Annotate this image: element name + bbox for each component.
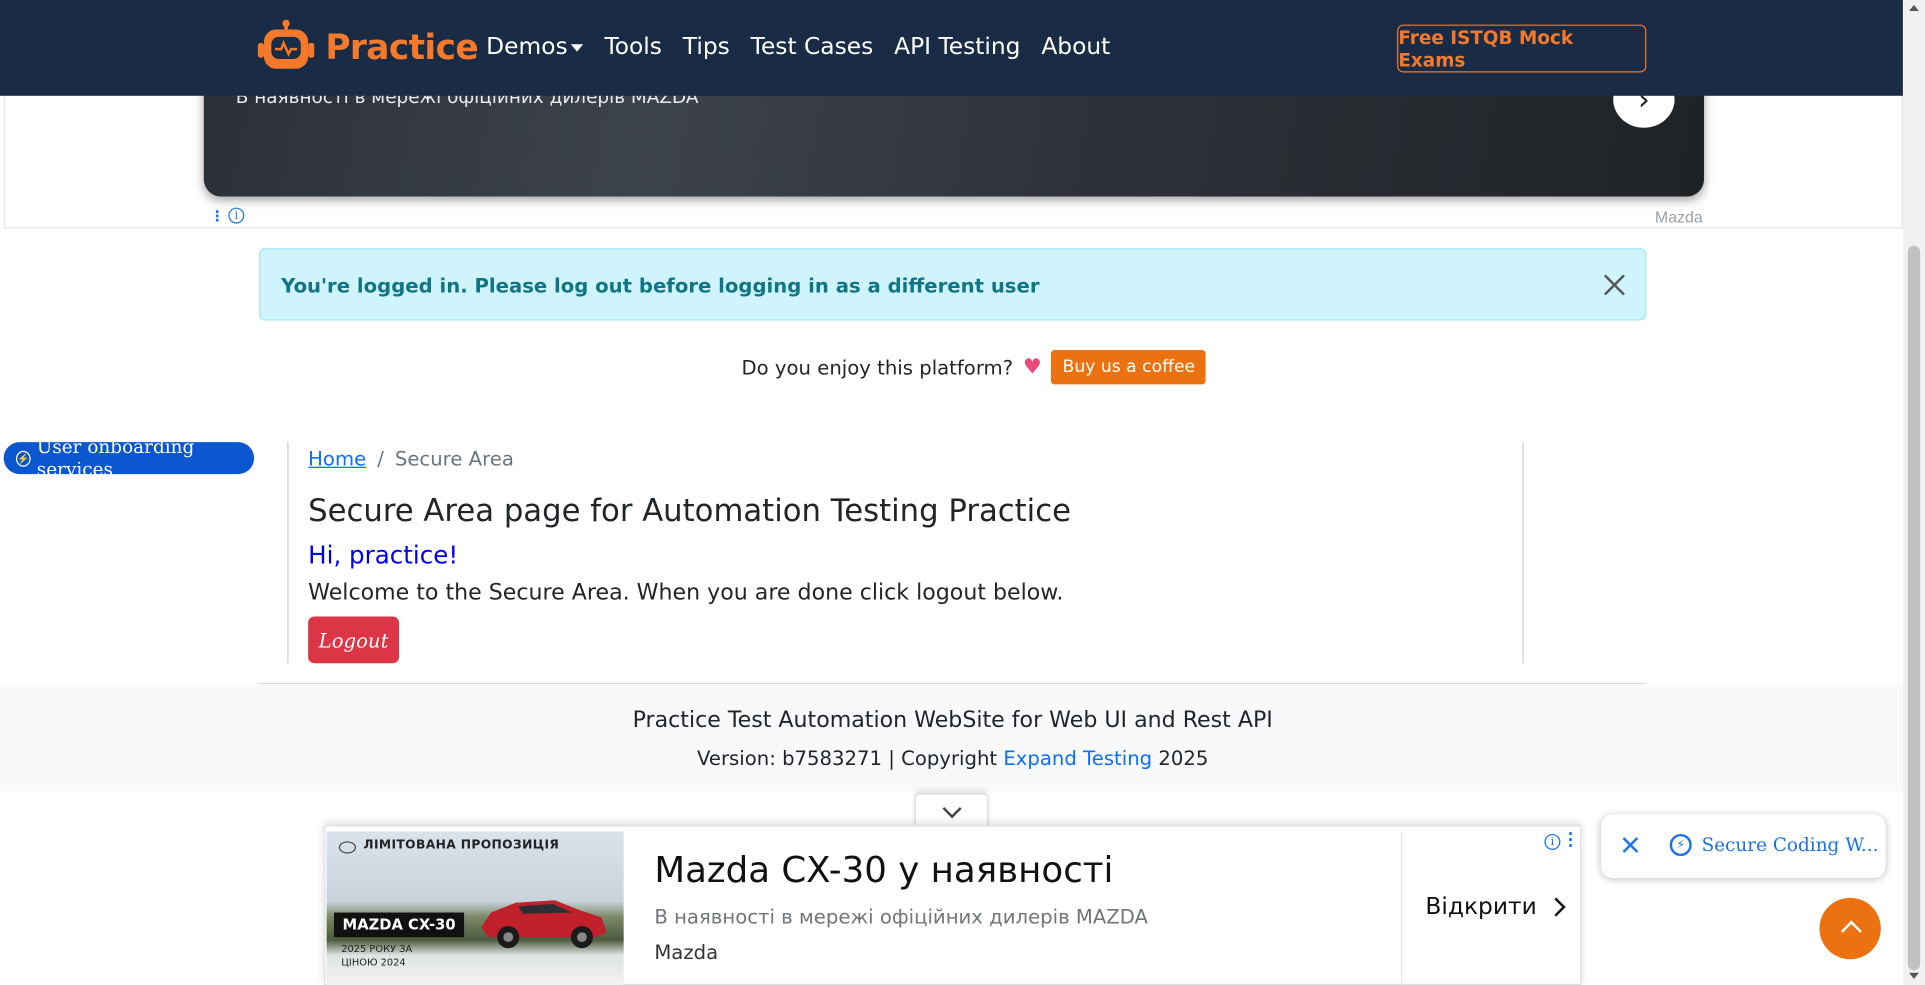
- nav-menu: Demos Tools Tips Test Cases API Testing …: [486, 33, 1131, 60]
- scroll-down-icon[interactable]: [1909, 972, 1919, 979]
- secure-coding-widget[interactable]: ⚡ Secure Coding W...: [1600, 814, 1886, 879]
- lightning-icon: ⚡: [1669, 833, 1692, 857]
- navbar: Practice Demos Tools Tips Test Cases API…: [0, 0, 1903, 96]
- logged-in-alert: You're logged in. Please log out before …: [259, 248, 1647, 321]
- expand-testing-link[interactable]: Expand Testing: [1003, 747, 1152, 770]
- ad-info-icon[interactable]: i: [1544, 833, 1561, 850]
- scroll-to-top-button[interactable]: [1819, 897, 1881, 960]
- ad-image-header: ЛІМІТОВАНА ПРОПОЗИЦІЯ: [363, 838, 560, 853]
- ad-open-button[interactable]: Відкрити: [1425, 892, 1566, 920]
- support-question: Do you enjoy this platform?: [741, 355, 1014, 379]
- robot-logo-icon: [257, 18, 316, 74]
- nav-item-test-cases[interactable]: Test Cases: [751, 33, 874, 60]
- widget-label[interactable]: Secure Coding W...: [1702, 834, 1879, 856]
- user-onboarding-button[interactable]: ⚡ User onboarding services: [3, 436, 255, 480]
- close-icon[interactable]: [1621, 835, 1641, 855]
- onboarding-label: User onboarding services: [36, 436, 195, 481]
- page: В наявності в мережі офіційних дилерів M…: [0, 0, 1925, 985]
- page-title: Secure Area page for Automation Testing …: [308, 492, 1071, 529]
- brand-name: Practice: [325, 26, 479, 67]
- nav-item-demos[interactable]: Demos: [486, 33, 584, 61]
- ad-image[interactable]: ЛІМІТОВАНА ПРОПОЗИЦІЯ MAZDA CX-30 2025 Р…: [326, 831, 624, 985]
- close-icon[interactable]: [1601, 271, 1628, 298]
- alert-message: You're logged in. Please log out before …: [281, 273, 1040, 298]
- ad-image-subtitle: 2025 РОКУ ЗА ЦІНОЮ 2024: [341, 943, 413, 968]
- welcome-message: Welcome to the Secure Area. When you are…: [308, 579, 1064, 606]
- ad-options-icon[interactable]: ⋮: [210, 208, 225, 225]
- ad-divider: [1400, 831, 1403, 985]
- support-row: Do you enjoy this platform? ♥ Buy us a c…: [741, 350, 1207, 385]
- ad-options-icon[interactable]: · · ·: [1568, 827, 1574, 854]
- nav-item-label: Demos: [486, 33, 568, 61]
- greeting: Hi, practice!: [308, 540, 459, 570]
- top-ad-brand: Mazda: [1654, 207, 1703, 226]
- ad-title[interactable]: Mazda CX-30 у наявності: [654, 849, 1113, 891]
- ad-brand: Mazda: [654, 940, 719, 965]
- ad-info-icon[interactable]: i: [228, 207, 245, 224]
- nav-item-tools[interactable]: Tools: [604, 33, 661, 60]
- chevron-right-icon: [1546, 896, 1566, 916]
- page-scrollbar[interactable]: [1902, 0, 1925, 985]
- footer-title: Practice Test Automation WebSite for Web…: [632, 707, 1273, 734]
- footer-version: Version: b7583271 | Copyright Expand Tes…: [0, 747, 1905, 770]
- breadcrumb-home-link[interactable]: Home: [308, 447, 366, 470]
- mazda-logo-icon: [338, 841, 357, 854]
- collapse-ad-button[interactable]: [914, 793, 989, 827]
- scrollbar-thumb[interactable]: [1907, 245, 1921, 971]
- ad-open-label: Відкрити: [1425, 892, 1537, 920]
- car-icon: [481, 900, 607, 949]
- breadcrumb-separator: /: [377, 447, 384, 471]
- brand-link[interactable]: Practice: [257, 18, 479, 74]
- caret-down-icon: [571, 43, 584, 51]
- secure-area-panel: Home / Secure Area Secure Area page for Au…: [287, 442, 1524, 664]
- ad-image-model: MAZDA CX-30: [333, 912, 465, 938]
- scroll-up-icon[interactable]: [1909, 4, 1919, 12]
- istqb-mock-exams-button[interactable]: Free ISTQB Mock Exams: [1397, 24, 1647, 73]
- nav-item-about[interactable]: About: [1041, 33, 1110, 60]
- bottom-ad-banner[interactable]: ЛІМІТОВАНА ПРОПОЗИЦІЯ MAZDA CX-30 2025 Р…: [324, 825, 1582, 985]
- lightning-icon: ⚡: [15, 450, 31, 467]
- footer: Practice Test Automation WebSite for Web…: [0, 684, 1903, 791]
- ad-description: В наявності в мережі офіційних дилерів M…: [654, 905, 1148, 929]
- footer-year: 2025: [1152, 746, 1209, 771]
- breadcrumb: Home / Secure Area: [308, 447, 514, 470]
- breadcrumb-current: Secure Area: [394, 447, 514, 471]
- nav-item-tips[interactable]: Tips: [683, 33, 730, 60]
- buy-coffee-button[interactable]: Buy us a coffee: [1051, 350, 1207, 385]
- footer-version-text: Version: b7583271 | Copyright: [696, 746, 1004, 771]
- heart-icon: ♥: [1022, 354, 1042, 380]
- nav-item-api-testing[interactable]: API Testing: [894, 33, 1020, 60]
- logout-button[interactable]: Logout: [308, 616, 400, 664]
